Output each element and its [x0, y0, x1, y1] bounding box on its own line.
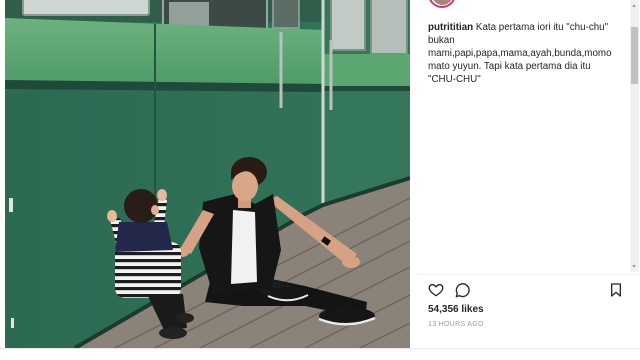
chevron-up-icon[interactable] [630, 0, 639, 12]
caption-username-link[interactable]: putrititian [428, 22, 473, 33]
bookmark-icon[interactable] [608, 282, 624, 298]
likes-count[interactable]: 54,356 likes [428, 304, 484, 315]
chevron-down-icon[interactable] [630, 260, 639, 272]
post-timestamp[interactable]: 13 HOURS AGO [428, 321, 484, 328]
avatar-image [431, 0, 453, 5]
post-photo[interactable] [5, 0, 410, 348]
post-sidebar: putrititian Kata pertama iori itu "chu-c… [410, 0, 640, 348]
comments-scrollbar[interactable] [630, 0, 639, 272]
scrollbar-thumb[interactable] [631, 27, 638, 85]
photo-illustration [5, 0, 410, 348]
avatar[interactable] [428, 0, 456, 8]
heart-icon[interactable] [428, 282, 444, 298]
post-bottom-border [0, 348, 640, 349]
comment-icon[interactable] [455, 282, 471, 298]
section-divider [418, 274, 640, 275]
caption: putrititian Kata pertama iori itu "chu-c… [428, 21, 618, 86]
